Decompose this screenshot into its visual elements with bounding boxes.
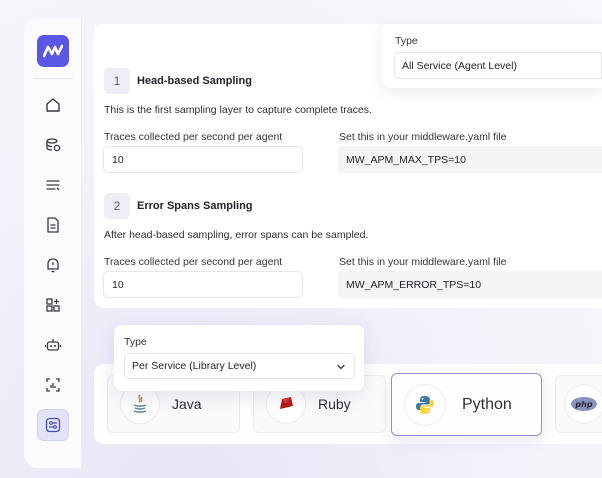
sidebar [24, 18, 82, 468]
config-label: Set this in your middleware.yaml file [339, 131, 507, 143]
traces-label: Traces collected per second per agent [104, 256, 283, 268]
type-select-bottom[interactable]: Per Service (Library Level) [124, 353, 355, 379]
language-name: Python [462, 395, 512, 413]
language-name: Java [172, 396, 202, 412]
step-badge: 1 [104, 68, 130, 94]
config-label: Set this in your middleware.yaml file [339, 256, 507, 268]
home-icon[interactable] [37, 89, 69, 121]
section-title: Head-based Sampling [137, 75, 252, 87]
type-card-bottom: Type Per Service (Library Level) [114, 325, 364, 391]
step-badge: 2 [104, 193, 130, 219]
filter-lines-icon[interactable] [37, 169, 69, 201]
document-icon[interactable] [37, 209, 69, 241]
robot-icon[interactable] [37, 329, 69, 361]
traces-input[interactable]: 10 [103, 146, 303, 173]
language-option-python[interactable]: Python [391, 373, 542, 436]
traces-label: Traces collected per second per agent [104, 131, 283, 143]
add-widget-icon[interactable] [37, 289, 69, 321]
type-label: Type [124, 336, 147, 348]
user-analytics-icon[interactable] [37, 369, 69, 401]
database-icon[interactable] [37, 129, 69, 161]
logo-divider [33, 78, 73, 79]
settings-sliders-icon[interactable] [37, 409, 69, 441]
python-icon [404, 383, 446, 426]
config-snippet[interactable]: MW_APM_MAX_TPS=10 [338, 146, 602, 173]
php-logo-text: php [574, 400, 592, 409]
app-frame: 1 Head-based Sampling This is the first … [0, 0, 602, 478]
type-label: Type [395, 35, 418, 47]
chevron-down-icon [337, 364, 345, 370]
php-icon: php [564, 384, 602, 424]
alert-bell-icon[interactable] [37, 249, 69, 281]
traces-input[interactable]: 10 [103, 271, 303, 298]
language-name: Ruby [318, 396, 351, 412]
section-title: Error Spans Sampling [137, 200, 253, 212]
config-snippet[interactable]: MW_APM_ERROR_TPS=10 [338, 271, 602, 298]
type-select-value: Per Service (Library Level) [132, 360, 257, 372]
middleware-logo-icon[interactable] [37, 35, 69, 67]
type-card-top: Type All Service (Agent Level) [382, 24, 602, 88]
section-description: After head-based sampling, error spans c… [104, 229, 369, 241]
language-option-php[interactable]: php [555, 375, 602, 433]
section-description: This is the first sampling layer to capt… [104, 104, 372, 116]
type-select-top[interactable]: All Service (Agent Level) [394, 52, 602, 79]
